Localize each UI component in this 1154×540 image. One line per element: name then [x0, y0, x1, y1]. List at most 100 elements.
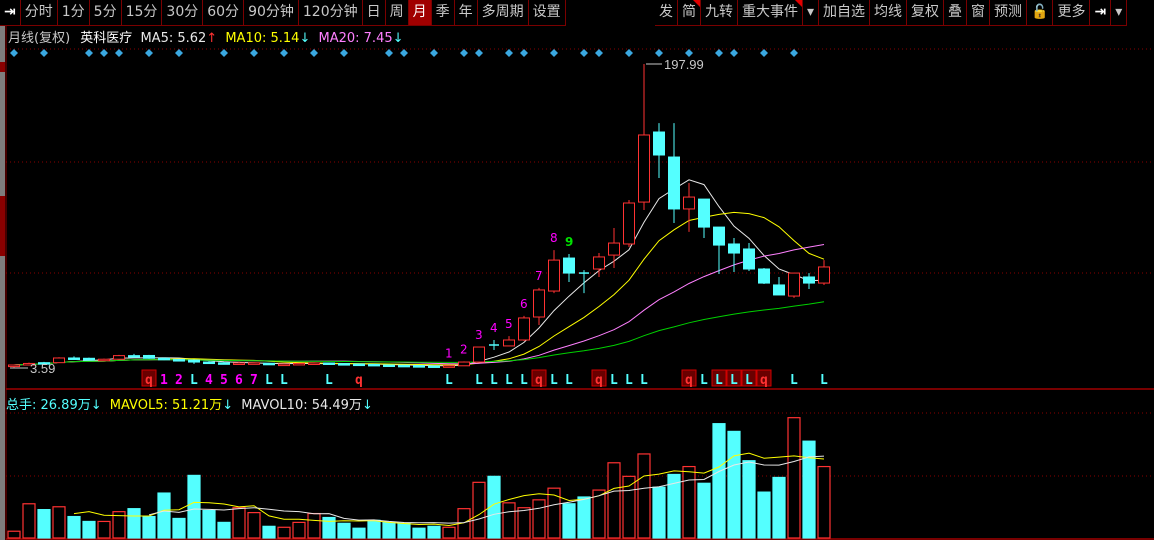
volume-bar	[277, 526, 291, 539]
buy-signal: L	[640, 373, 648, 388]
candle	[308, 362, 320, 365]
ma20-line	[13, 244, 825, 366]
volume-bar	[397, 522, 411, 539]
sell-signal: q	[355, 373, 363, 388]
volume-bar	[517, 507, 531, 539]
candle-body	[323, 362, 335, 365]
candle	[623, 200, 635, 247]
candle	[683, 182, 695, 232]
diamond-marker	[310, 49, 318, 57]
diamond-marker	[145, 49, 153, 57]
candle-body	[608, 242, 620, 256]
candle	[608, 228, 620, 269]
candle	[489, 339, 499, 351]
count-signal: 4	[205, 373, 213, 388]
sell-signal: q	[535, 373, 543, 388]
volume-bar	[772, 476, 786, 539]
candle	[443, 365, 455, 368]
volume-bar	[607, 462, 621, 539]
volume-bar	[442, 526, 456, 539]
diamond-marker	[730, 49, 738, 57]
diamond-marker	[760, 49, 768, 57]
diamond-marker	[10, 49, 18, 57]
volume-bar	[727, 430, 741, 539]
volume-bar	[712, 423, 726, 539]
candle	[398, 364, 410, 368]
candle	[818, 260, 830, 285]
buy-signal: L	[700, 373, 708, 388]
candle-body	[773, 284, 785, 296]
volume-bar	[52, 506, 66, 539]
volume-bar	[262, 525, 276, 539]
candle-body	[533, 289, 545, 318]
candle-body	[173, 359, 185, 362]
candle-body	[248, 362, 260, 365]
buy-signal: L	[745, 373, 753, 388]
candle-body	[668, 156, 680, 210]
sell-signal: q	[145, 373, 153, 388]
diamond-marker	[625, 49, 633, 57]
candle-body	[398, 364, 410, 368]
volume-bar	[382, 521, 396, 539]
buy-signal: L	[715, 373, 723, 388]
candle	[278, 363, 290, 367]
diamond-marker	[790, 49, 798, 57]
candle	[203, 361, 215, 365]
volume-bar	[37, 509, 51, 539]
candle	[533, 287, 545, 325]
candle	[548, 250, 560, 294]
candle	[98, 358, 110, 362]
candle	[698, 198, 710, 239]
candle	[518, 315, 530, 341]
volume-bar	[367, 519, 381, 539]
candle	[83, 357, 95, 361]
ma10-line	[13, 211, 825, 366]
td-count-label: 3	[475, 328, 483, 342]
candle-body	[278, 363, 290, 367]
buy-signal: L	[625, 373, 633, 388]
candle-body	[548, 259, 560, 292]
candle	[338, 362, 350, 366]
candle	[638, 64, 650, 211]
candle-body	[623, 202, 635, 245]
volume-bar	[427, 525, 441, 539]
volume-bar	[532, 499, 546, 539]
candle-body	[473, 346, 485, 363]
volume-bar	[217, 521, 231, 539]
candle-body	[8, 364, 20, 368]
candle	[143, 354, 155, 359]
candle-body	[158, 357, 170, 361]
td-count-label: 5	[505, 317, 513, 331]
candle-body	[383, 364, 395, 368]
candle-body	[788, 272, 800, 297]
candle	[368, 363, 380, 367]
diamond-marker	[685, 49, 693, 57]
volume-bar	[67, 515, 81, 539]
candle	[563, 253, 575, 282]
candle-body	[758, 268, 770, 284]
candle	[113, 354, 125, 360]
diamond-marker	[220, 49, 228, 57]
candle-body	[68, 357, 80, 360]
candle-body	[293, 362, 305, 366]
candle-body	[83, 357, 95, 361]
kline-chart[interactable]: 197.993.591 234 5678 9q 1 2 L 4 5 6 7 L L Lq L L L L Lq L Lq…	[0, 0, 1154, 540]
diamond-marker	[595, 49, 603, 57]
buy-signal: L	[445, 373, 453, 388]
candle-body	[518, 317, 530, 341]
buy-signal: L	[325, 373, 333, 388]
volume-bar	[682, 465, 696, 539]
count-signal: 1	[160, 373, 168, 388]
volume-bar	[232, 507, 246, 539]
candle	[579, 270, 589, 294]
diamond-marker	[475, 49, 483, 57]
candle	[668, 123, 680, 224]
volume-bar	[412, 527, 426, 539]
volume-bar	[352, 527, 366, 539]
td-count-label: 2	[460, 342, 468, 356]
candle-body	[143, 354, 155, 359]
candle-body	[188, 359, 200, 363]
volume-bar	[697, 482, 711, 539]
candle-body	[218, 362, 230, 365]
max-price-label: 197.99	[664, 57, 704, 72]
